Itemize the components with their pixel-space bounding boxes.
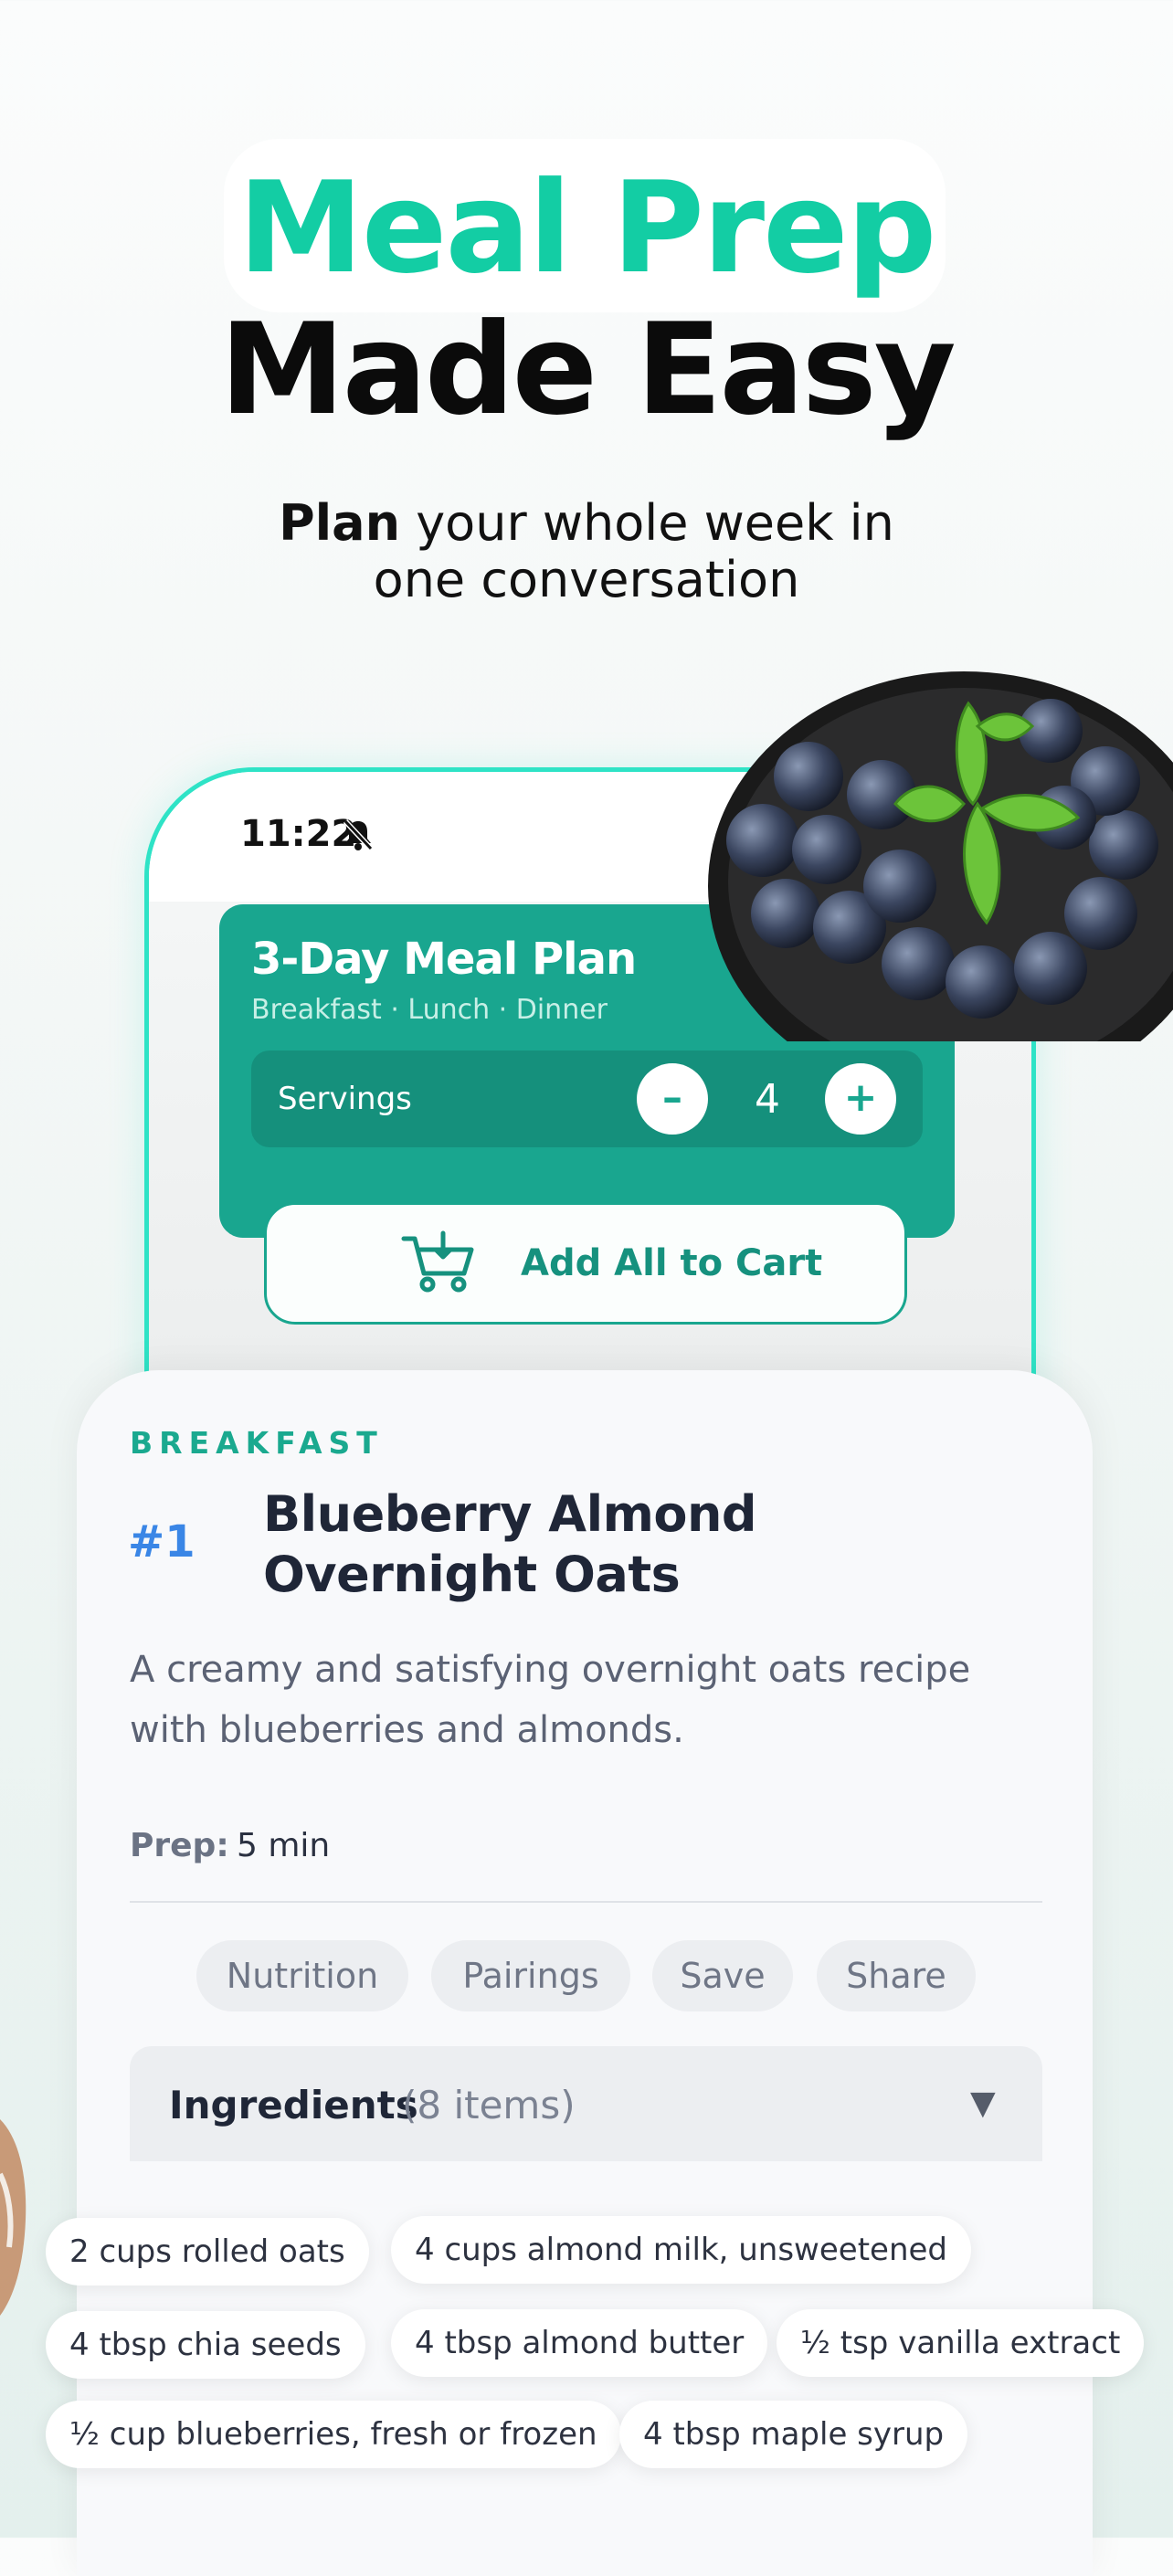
- ingredient-pill: ½ tsp vanilla extract: [777, 2309, 1145, 2377]
- servings-label: Servings: [278, 1081, 412, 1117]
- ingredient-pill: 4 cups almond milk, unsweetened: [391, 2216, 971, 2284]
- add-all-to-cart-label: Add All to Cart: [521, 1242, 823, 1284]
- meal-plan-title: 3-Day Meal Plan: [251, 934, 637, 985]
- recipe-description: A creamy and satisfying overnight oats r…: [130, 1649, 971, 1751]
- ingredient-pill: 4 tbsp almond butter: [391, 2309, 768, 2377]
- prep-label: Prep:: [130, 1827, 229, 1864]
- servings-value: 4: [755, 1076, 780, 1123]
- ingredient-pill: 4 tbsp chia seeds: [46, 2311, 365, 2379]
- nutrition-button[interactable]: Nutrition: [196, 1940, 408, 2011]
- cart-icon: [401, 1230, 474, 1293]
- subtitle-line2: one conversation: [373, 551, 800, 608]
- subtitle-rest: your whole week in: [400, 494, 894, 552]
- caret-down-icon: ▼: [970, 2085, 996, 2122]
- recipe-rank: #1: [128, 1516, 196, 1568]
- divider: [130, 1901, 1042, 1903]
- ingredients-count: (8 items): [402, 2083, 576, 2127]
- pairings-button[interactable]: Pairings: [431, 1940, 630, 2011]
- increase-servings-button[interactable]: +: [825, 1063, 896, 1135]
- recipe-category: BREAKFAST: [130, 1425, 384, 1461]
- hero-title-line2: Made Easy: [219, 296, 956, 443]
- hero-title-line1: Meal Prep: [238, 154, 937, 301]
- subtitle-bold: Plan: [279, 494, 401, 552]
- hero-subtitle: Plan your whole week in one conversation: [0, 495, 1173, 608]
- share-button[interactable]: Share: [817, 1940, 976, 2011]
- prep-value: 5 min: [237, 1827, 331, 1864]
- hand-image: [0, 2119, 26, 2316]
- recipe-title: Blueberry Almond Overnight Oats: [263, 1485, 757, 1603]
- decrease-servings-button[interactable]: –: [637, 1063, 708, 1135]
- ingredient-pill: 2 cups rolled oats: [46, 2218, 369, 2286]
- bell-slash-icon: [343, 818, 374, 851]
- save-button[interactable]: Save: [652, 1940, 793, 2011]
- ingredients-title: Ingredients: [169, 2083, 418, 2127]
- ingredient-pill: 4 tbsp maple syrup: [619, 2401, 968, 2468]
- blueberry-bowl-image: [708, 671, 1173, 1041]
- ingredient-pill: ½ cup blueberries, fresh or frozen: [46, 2401, 621, 2468]
- meal-plan-meals: Breakfast · Lunch · Dinner: [251, 994, 608, 1026]
